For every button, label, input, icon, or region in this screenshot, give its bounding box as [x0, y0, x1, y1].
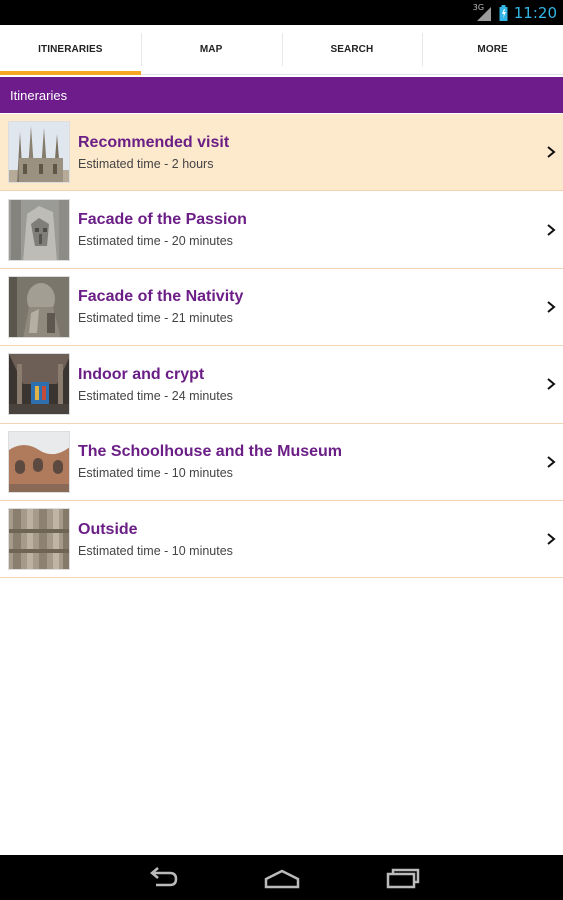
itinerary-item-schoolhouse-museum[interactable]: The Schoolhouse and the Museum Estimated…	[0, 423, 563, 501]
itinerary-estimated-time: Estimated time - 2 hours	[78, 156, 214, 171]
itinerary-text: The Schoolhouse and the Museum Estimated…	[78, 443, 563, 480]
back-icon	[150, 867, 178, 887]
itinerary-thumbnail-spires	[8, 121, 70, 184]
recent-apps-button[interactable]	[382, 863, 422, 893]
itinerary-estimated-time: Estimated time - 20 minutes	[78, 234, 233, 249]
itinerary-estimated-time: Estimated time - 10 minutes	[78, 466, 233, 481]
tab-more[interactable]: MORE	[422, 25, 563, 74]
recent-apps-icon	[386, 868, 420, 889]
itinerary-thumbnail-school	[8, 430, 70, 493]
itinerary-thumbnail-outside	[8, 508, 70, 571]
home-icon	[264, 869, 300, 889]
itinerary-estimated-time: Estimated time - 10 minutes	[78, 543, 233, 558]
itinerary-text: Facade of the Nativity Estimated time - …	[78, 288, 563, 325]
itinerary-item-facade-passion[interactable]: Facade of the Passion Estimated time - 2…	[0, 191, 563, 269]
status-bar: 3G 11:20	[0, 0, 563, 25]
chevron-right-icon	[547, 223, 556, 236]
tab-bar: ITINERARIES MAP SEARCH MORE	[0, 25, 563, 75]
navigation-bar	[0, 855, 563, 900]
signal-icon: 3G	[472, 2, 493, 21]
itinerary-title: Outside	[78, 520, 138, 538]
home-button[interactable]	[262, 863, 302, 893]
itinerary-text: Recommended visit Estimated time - 2 hou…	[78, 134, 563, 171]
itinerary-title: The Schoolhouse and the Museum	[78, 443, 343, 461]
itinerary-text: Facade of the Passion Estimated time - 2…	[78, 211, 563, 248]
itinerary-title: Indoor and crypt	[78, 365, 205, 383]
chevron-right-icon	[547, 146, 556, 158]
section-header: Itineraries	[0, 77, 563, 113]
itinerary-item-recommended-visit[interactable]: Recommended visit Estimated time - 2 hou…	[0, 114, 563, 192]
itinerary-list: Recommended visit Estimated time - 2 hou…	[0, 114, 563, 579]
itinerary-thumbnail-nativity	[8, 275, 70, 338]
itinerary-estimated-time: Estimated time - 21 minutes	[78, 311, 233, 326]
itinerary-thumbnail-indoor	[8, 353, 70, 416]
itinerary-thumbnail-passion	[8, 198, 70, 261]
itinerary-text: Indoor and crypt Estimated time - 24 min…	[78, 366, 563, 403]
chevron-right-icon	[547, 301, 556, 313]
section-title: Itineraries	[10, 87, 68, 103]
chevron-right-icon	[547, 455, 556, 468]
status-icons: 3G 11:20	[473, 3, 557, 22]
itinerary-item-indoor-crypt[interactable]: Indoor and crypt Estimated time - 24 min…	[0, 346, 563, 424]
tab-itineraries[interactable]: ITINERARIES	[0, 25, 141, 75]
itinerary-text: Outside Estimated time - 10 minutes	[78, 521, 563, 558]
itinerary-title: Facade of the Nativity	[78, 288, 244, 306]
itinerary-title: Recommended visit	[78, 133, 230, 151]
chevron-right-icon	[547, 533, 556, 545]
itinerary-item-facade-nativity[interactable]: Facade of the Nativity Estimated time - …	[0, 268, 563, 347]
signal-tag: 3G	[472, 2, 485, 12]
tab-search[interactable]: SEARCH	[281, 25, 423, 74]
status-time: 11:20	[513, 3, 557, 22]
itinerary-estimated-time: Estimated time - 24 minutes	[78, 388, 233, 403]
chevron-right-icon	[547, 378, 556, 391]
back-button[interactable]	[142, 863, 182, 893]
itinerary-item-outside[interactable]: Outside Estimated time - 10 minutes	[0, 500, 563, 579]
itinerary-title: Facade of the Passion	[78, 211, 247, 229]
tab-map[interactable]: MAP	[140, 25, 282, 74]
battery-icon	[499, 4, 508, 21]
